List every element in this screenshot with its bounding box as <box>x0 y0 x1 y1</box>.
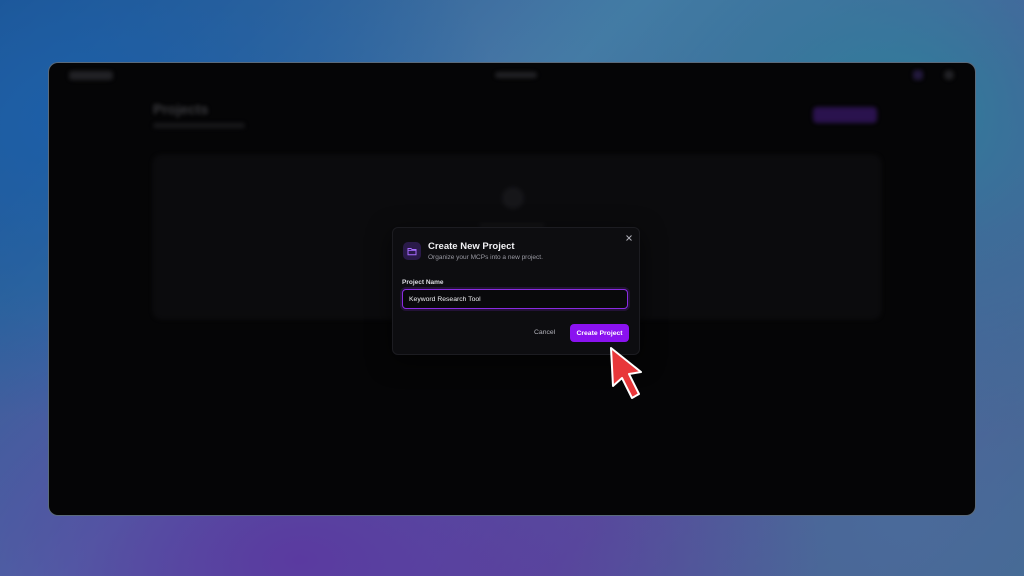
close-icon[interactable] <box>624 233 634 243</box>
empty-state-icon <box>502 187 524 209</box>
dialog-title: Create New Project <box>428 241 515 252</box>
new-project-button[interactable] <box>813 107 877 123</box>
header-title-placeholder <box>495 72 537 78</box>
page-subtitle-placeholder <box>153 123 245 128</box>
avatar[interactable] <box>913 70 923 80</box>
project-name-input[interactable] <box>402 289 628 309</box>
project-name-label: Project Name <box>402 279 444 286</box>
create-project-button[interactable]: Create Project <box>570 324 629 342</box>
create-project-dialog: Create New Project Organize your MCPs in… <box>392 227 640 355</box>
folder-icon <box>403 242 421 260</box>
gear-icon[interactable] <box>944 70 954 80</box>
app-logo <box>69 71 113 80</box>
page-title: Projects <box>153 101 209 117</box>
dialog-subtitle: Organize your MCPs into a new project. <box>428 254 543 261</box>
cancel-button[interactable]: Cancel <box>528 324 561 340</box>
arrow-pointer-icon <box>606 344 646 407</box>
app-window: Projects Create New Project Organize you… <box>48 62 976 516</box>
